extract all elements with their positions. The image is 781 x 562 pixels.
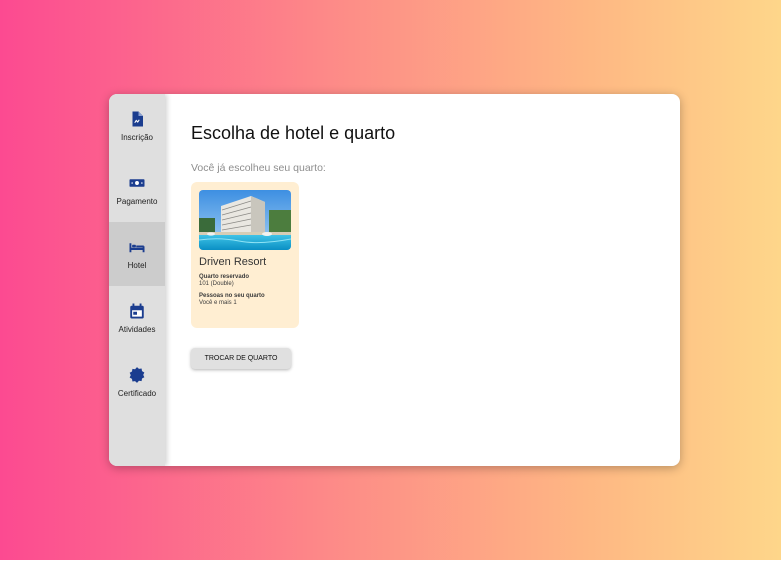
hotel-card[interactable]: Driven Resort Quarto reservado 101 (Doub… (191, 182, 299, 328)
sidebar-item-hotel[interactable]: Hotel (109, 222, 165, 286)
swap-room-button[interactable]: TROCAR DE QUARTO (191, 348, 291, 369)
room-label: Quarto reservado (199, 274, 250, 280)
section-subtitle: Você já escolheu seu quarto: (191, 162, 326, 174)
sidebar-item-label: Hotel (127, 261, 147, 270)
app-window: Inscrição Pagamento Hotel Atividades Cer… (109, 94, 680, 466)
sidebar-item-label: Pagamento (116, 197, 158, 206)
hotel-image (199, 190, 291, 250)
sidebar: Inscrição Pagamento Hotel Atividades Cer… (109, 94, 165, 466)
calendar-icon (130, 303, 144, 319)
bed-icon (129, 243, 145, 253)
people-value: Você e mais 1 (199, 300, 237, 306)
page-title: Escolha de hotel e quarto (191, 123, 396, 143)
sidebar-item-inscricao[interactable]: Inscrição (109, 94, 165, 158)
people-label: Pessoas no seu quarto (199, 293, 265, 299)
money-icon (129, 179, 145, 187)
hotel-name: Driven Resort (199, 256, 267, 268)
sidebar-item-label: Inscrição (120, 133, 153, 142)
room-value: 101 (Double) (199, 281, 234, 287)
sidebar-item-label: Atividades (118, 325, 156, 334)
sidebar-item-label: Certificado (117, 389, 157, 398)
main-content: Escolha de hotel e quarto Você já escolh… (165, 94, 680, 466)
sidebar-item-atividades[interactable]: Atividades (109, 286, 165, 350)
document-icon (132, 111, 143, 127)
sidebar-item-pagamento[interactable]: Pagamento (109, 158, 165, 222)
sidebar-item-certificado[interactable]: Certificado (109, 350, 165, 414)
certificate-icon (129, 367, 145, 383)
